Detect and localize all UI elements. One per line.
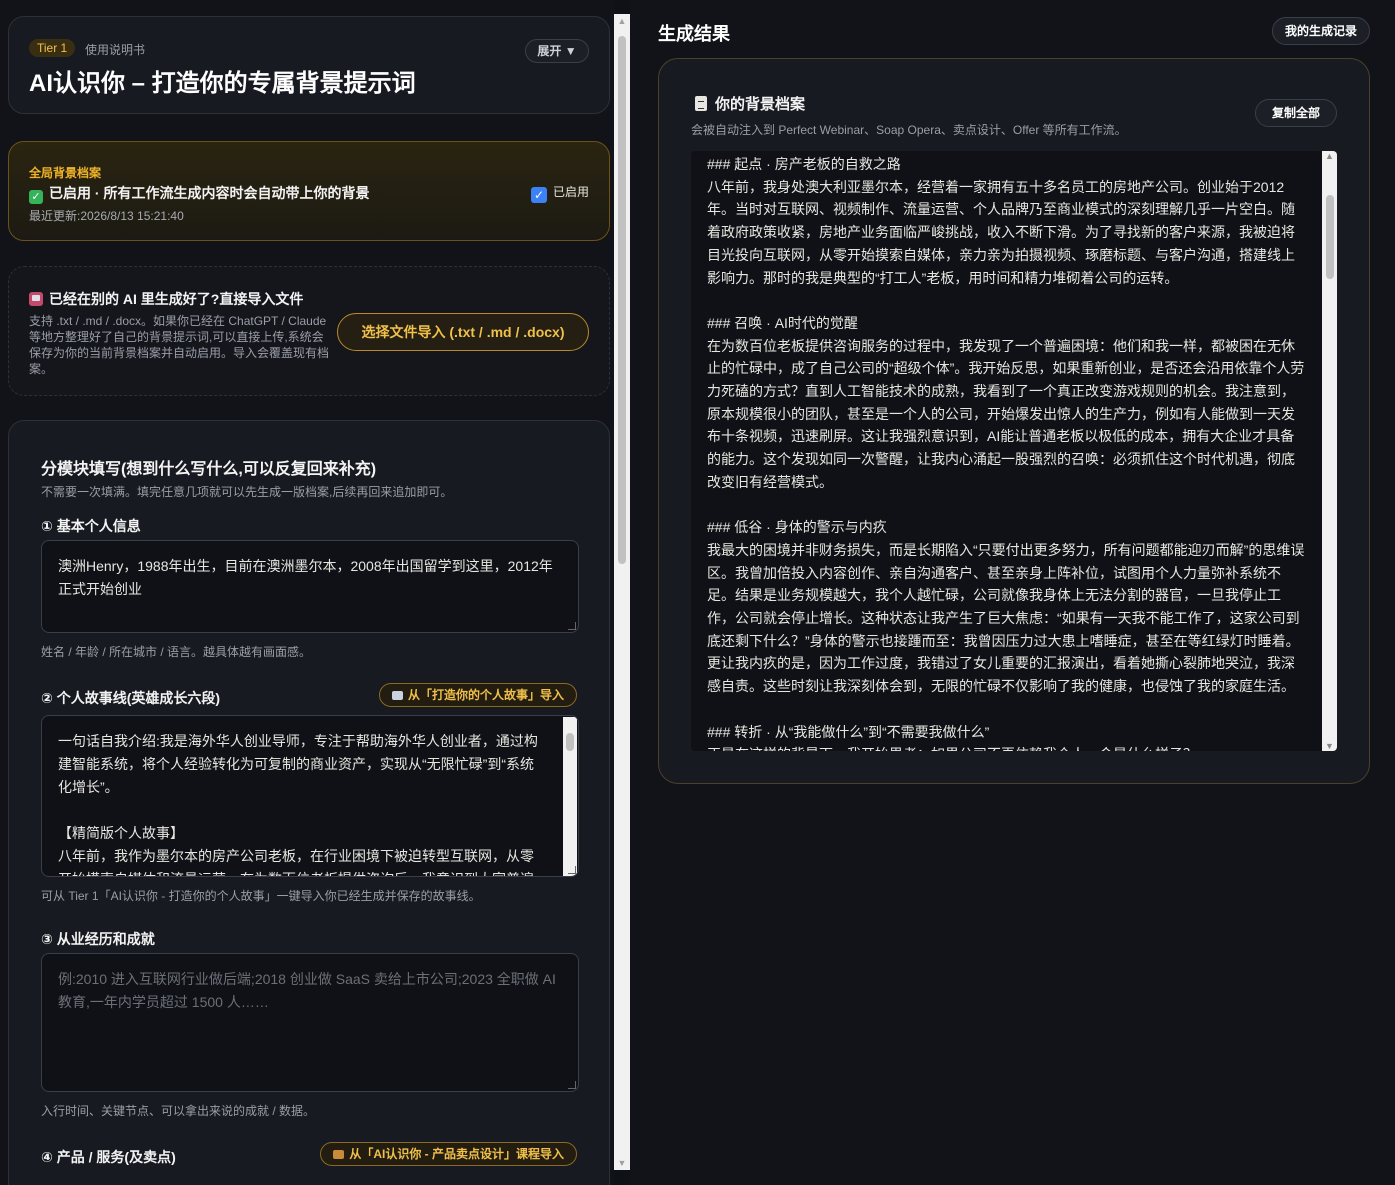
import-file-button[interactable]: 选择文件导入 (.txt / .md / .docx) bbox=[337, 313, 589, 351]
story-label: ② 个人故事线(英雄成长六段) bbox=[41, 690, 221, 706]
story-textarea[interactable]: 一句话自我介绍:我是海外华人创业导师，专注于帮助海外华人创业者，通过构建智能系统… bbox=[41, 715, 579, 877]
profile-content-box[interactable]: ### 起点 · 房产老板的自救之路 八年前，我身处澳大利亚墨尔本，经营着一家拥… bbox=[691, 151, 1337, 751]
result-heading: 生成结果 bbox=[658, 24, 730, 44]
product-label: ④ 产品 / 服务(及卖点) bbox=[41, 1149, 176, 1165]
basic-info-textarea[interactable]: 澳洲Henry，1988年出生，目前在澳洲墨尔本，2008年出国留学到这里，20… bbox=[41, 540, 579, 633]
document-icon bbox=[695, 96, 707, 111]
page-scrollbar-thumb[interactable] bbox=[618, 36, 626, 564]
package-icon bbox=[333, 1150, 345, 1159]
import-title: 已经在别的 AI 里生成好了?直接导入文件 bbox=[29, 289, 303, 309]
right-panel: 生成结果 我的生成记录 你的背景档案 会被自动注入到 Perfect Webin… bbox=[630, 0, 1395, 1185]
story-value: 一句话自我介绍:我是海外华人创业导师，专注于帮助海外华人创业者，通过构建智能系统… bbox=[58, 733, 538, 876]
doc-subtitle: 会被自动注入到 Perfect Webinar、Soap Opera、卖点设计、… bbox=[691, 123, 1127, 137]
left-panel: Tier 1 使用说明书 展开 ▼ AI认识你 – 打造你的专属背景提示词 全局… bbox=[0, 0, 614, 1185]
resize-grip-icon[interactable] bbox=[568, 1081, 576, 1089]
career-label: ③ 从业经历和成就 bbox=[41, 931, 155, 947]
tier-badge: Tier 1 bbox=[29, 39, 76, 57]
scroll-up-icon[interactable]: ▲ bbox=[614, 14, 630, 28]
import-product-label: 从「AI认识你 - 产品卖点设计」课程导入 bbox=[349, 1147, 564, 1161]
scroll-down-icon[interactable]: ▼ bbox=[1322, 741, 1337, 751]
copy-all-button[interactable]: 复制全部 bbox=[1255, 99, 1337, 127]
scroll-up-icon[interactable]: ▲ bbox=[1322, 151, 1337, 161]
global-profile-status: ✓ 已启用 · 所有工作流生成内容时会自动带上你的背景 bbox=[29, 183, 369, 204]
story-hint: 可从 Tier 1「AI认识你 - 打造你的个人故事」一键导入你已经生成并保存的… bbox=[41, 889, 481, 903]
import-description: 支持 .txt / .md / .docx。如果你已经在 ChatGPT / C… bbox=[29, 314, 330, 376]
import-product-button[interactable]: 从「AI认识你 - 产品卖点设计」课程导入 bbox=[320, 1142, 577, 1166]
result-card: 你的背景档案 会被自动注入到 Perfect Webinar、Soap Oper… bbox=[658, 58, 1370, 784]
module-form-card: 分模块填写(想到什么写什么,可以反复回来补充) 不需要一次填满。填完任意几项就可… bbox=[8, 420, 610, 1185]
content-scrollbar[interactable]: ▲ ▼ bbox=[1322, 151, 1337, 751]
global-profile-title: 全局背景档案 bbox=[29, 166, 102, 180]
content-scrollbar-thumb[interactable] bbox=[1326, 195, 1334, 279]
form-title: 分模块填写(想到什么写什么,可以反复回来补充) bbox=[41, 461, 377, 478]
doc-title-text: 你的背景档案 bbox=[715, 96, 806, 113]
import-story-button[interactable]: 从「打造你的个人故事」导入 bbox=[378, 683, 577, 707]
global-status-text: 已启用 · 所有工作流生成内容时会自动带上你的背景 bbox=[49, 185, 370, 201]
checkbox-checked-icon[interactable]: ✓ bbox=[530, 187, 547, 203]
last-updated: 最近更新:2026/8/13 15:21:40 bbox=[29, 209, 184, 223]
import-story-label: 从「打造你的个人故事」导入 bbox=[407, 688, 564, 702]
basic-info-value: 澳洲Henry，1988年出生，目前在澳洲墨尔本，2008年出国留学到这里，20… bbox=[58, 558, 553, 597]
profile-content: ### 起点 · 房产老板的自救之路 八年前，我身处澳大利亚墨尔本，经营着一家拥… bbox=[707, 156, 1305, 751]
manual-link[interactable]: 使用说明书 bbox=[85, 41, 145, 58]
resize-grip-icon[interactable] bbox=[568, 866, 576, 874]
career-hint: 入行时间、关键节点、可以拿出来说的成就 / 数据。 bbox=[41, 1104, 316, 1118]
resize-grip-icon[interactable] bbox=[568, 622, 576, 630]
import-file-card: 已经在别的 AI 里生成好了?直接导入文件 支持 .txt / .md / .d… bbox=[8, 266, 610, 396]
basic-info-label: ① 基本个人信息 bbox=[41, 518, 141, 534]
story-scrollbar-thumb[interactable] bbox=[566, 733, 574, 751]
form-subtitle: 不需要一次填满。填完任意几项就可以先生成一版档案,后续再回来追加即可。 bbox=[41, 485, 453, 499]
career-textarea[interactable]: 例:2010 进入互联网行业做后端;2018 创业做 SaaS 卖给上市公司;2… bbox=[41, 953, 579, 1092]
enabled-checkbox[interactable]: ✓ 已启用 bbox=[530, 183, 589, 203]
check-icon: ✓ bbox=[29, 190, 43, 204]
inbox-icon bbox=[29, 292, 43, 306]
story-scrollbar[interactable] bbox=[563, 717, 577, 876]
page-title: AI认识你 – 打造你的专属背景提示词 bbox=[29, 70, 416, 97]
global-profile-card: 全局背景档案 ✓ 已启用 · 所有工作流生成内容时会自动带上你的背景 最近更新:2… bbox=[8, 141, 610, 241]
scroll-down-icon[interactable]: ▼ bbox=[614, 1156, 630, 1170]
expand-button[interactable]: 展开 ▼ bbox=[525, 39, 589, 63]
basic-info-hint: 姓名 / 年龄 / 所在城市 / 语言。越具体越有画面感。 bbox=[41, 645, 312, 659]
page-scrollbar[interactable]: ▲ ▼ bbox=[614, 14, 630, 1170]
import-title-text: 已经在别的 AI 里生成好了?直接导入文件 bbox=[49, 291, 304, 307]
book-icon bbox=[391, 691, 403, 700]
history-button[interactable]: 我的生成记录 bbox=[1272, 17, 1370, 45]
career-placeholder: 例:2010 进入互联网行业做后端;2018 创业做 SaaS 卖给上市公司;2… bbox=[58, 971, 556, 1010]
doc-title: 你的背景档案 bbox=[695, 93, 805, 114]
enabled-label: 已启用 bbox=[552, 185, 589, 199]
header-card: Tier 1 使用说明书 展开 ▼ AI认识你 – 打造你的专属背景提示词 bbox=[8, 16, 610, 114]
